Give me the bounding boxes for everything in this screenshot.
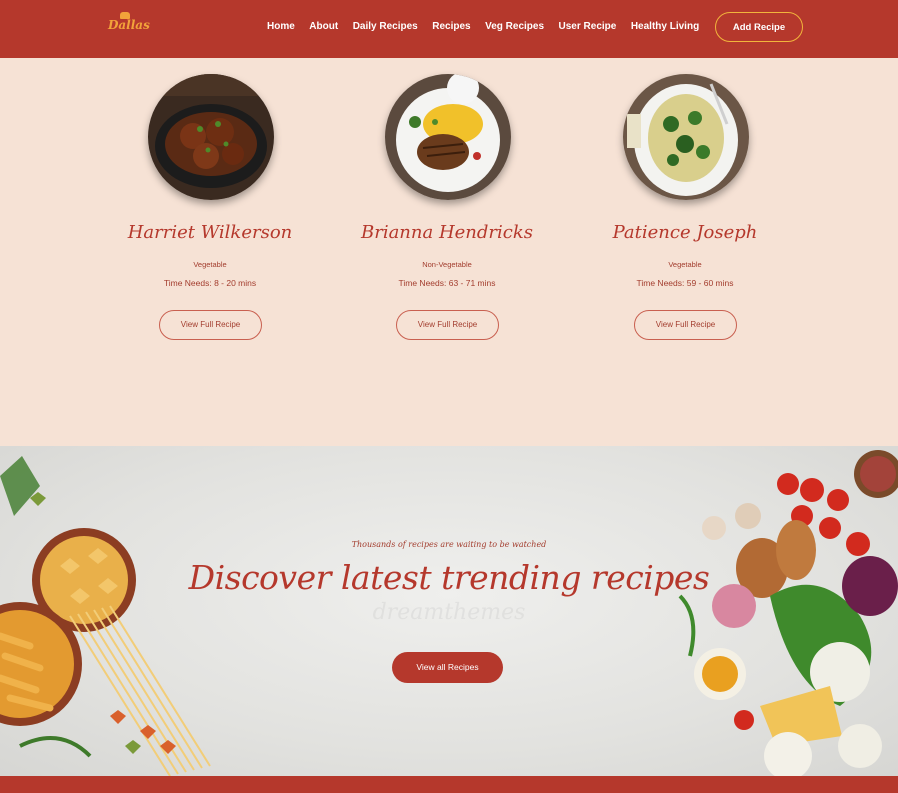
site-logo[interactable]: Dallas xyxy=(108,12,150,40)
view-full-recipe-button[interactable]: View Full Recipe xyxy=(159,310,262,340)
recipe-time: Time Needs: 59 - 60 mins xyxy=(636,278,734,288)
recipe-category: Vegetable xyxy=(193,260,227,269)
recipe-photo[interactable] xyxy=(623,74,749,200)
logo-text: Dallas xyxy=(108,18,150,32)
nav-daily-recipes[interactable]: Daily Recipes xyxy=(353,21,418,32)
nav-about[interactable]: About xyxy=(309,21,338,32)
recipe-time: Time Needs: 63 - 71 mins xyxy=(398,278,496,288)
banner-title: Discover latest trending recipes xyxy=(188,558,710,597)
recipe-time: Time Needs: 8 - 20 mins xyxy=(163,278,257,288)
recipe-card: Brianna Hendricks Non-Vegetable Time Nee… xyxy=(327,74,567,344)
recipe-category: Non-Vegetable xyxy=(422,260,472,269)
recipe-photo[interactable] xyxy=(148,74,274,200)
recipe-author-name: Patience Joseph xyxy=(612,222,758,243)
add-recipe-button[interactable]: Add Recipe xyxy=(715,12,803,42)
banner-watermark: dreamthemes xyxy=(372,600,526,625)
recipe-category: Vegetable xyxy=(668,260,702,269)
nav-healthy-living[interactable]: Healthy Living xyxy=(631,21,699,32)
nav-recipes[interactable]: Recipes xyxy=(432,21,470,32)
recipe-author-name: Brianna Hendricks xyxy=(360,222,533,243)
recipe-card: Harriet Wilkerson Vegetable Time Needs: … xyxy=(90,74,330,344)
footer-strip xyxy=(0,776,898,793)
site-header: Dallas Home About Daily Recipes Recipes … xyxy=(0,0,898,58)
recipe-photo[interactable] xyxy=(385,74,511,200)
view-all-recipes-button[interactable]: View all Recipes xyxy=(392,652,503,683)
nav-veg-recipes[interactable]: Veg Recipes xyxy=(485,21,544,32)
nav-home[interactable]: Home xyxy=(267,21,295,32)
trending-banner: Thousands of recipes are waiting to be w… xyxy=(0,446,898,776)
view-full-recipe-button[interactable]: View Full Recipe xyxy=(634,310,737,340)
main-nav: Home About Daily Recipes Recipes Veg Rec… xyxy=(267,21,714,32)
recipe-card: Patience Joseph Vegetable Time Needs: 59… xyxy=(565,74,805,344)
banner-subtitle: Thousands of recipes are waiting to be w… xyxy=(351,540,547,549)
recipe-author-name: Harriet Wilkerson xyxy=(127,222,293,243)
view-full-recipe-button[interactable]: View Full Recipe xyxy=(396,310,499,340)
nav-user-recipe[interactable]: User Recipe xyxy=(559,21,617,32)
